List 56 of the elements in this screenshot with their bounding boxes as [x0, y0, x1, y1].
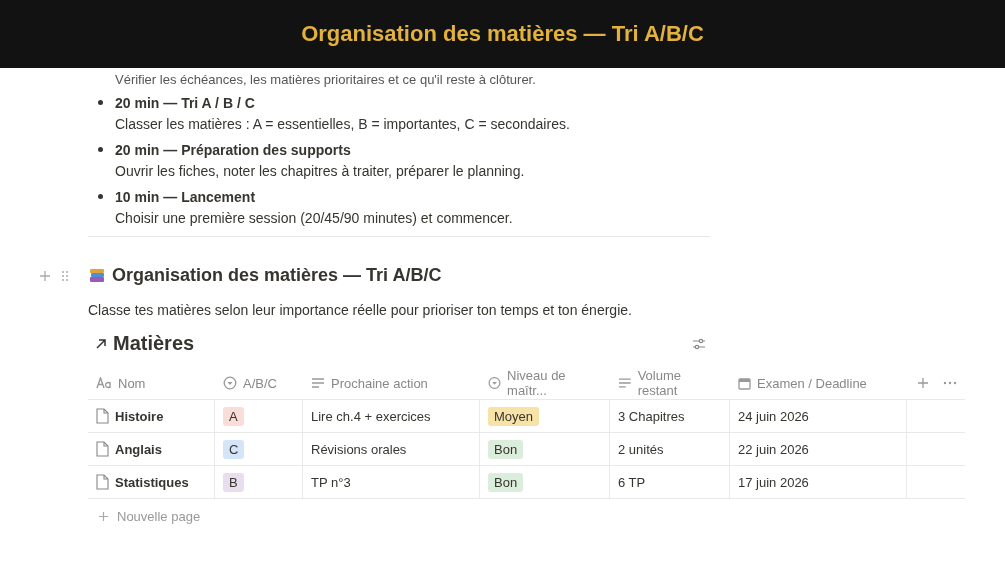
lines-icon [311, 377, 325, 389]
level-tag: Bon [488, 439, 524, 459]
column-header[interactable]: Examen / Deadline [757, 375, 867, 391]
arrow-icon[interactable] [94, 336, 108, 351]
bullet-icon [98, 194, 103, 199]
section-heading: Organisation des matières — Tri A/B/C [112, 265, 442, 286]
step-title: 20 min — Préparation des supports [115, 141, 352, 160]
settings-icon[interactable] [692, 337, 706, 350]
step-title: 20 min — Tri A / B / C [115, 94, 256, 113]
table-cell: 17 juin 2026 [738, 474, 809, 490]
priority-tag: B [223, 472, 244, 492]
more-icon[interactable] [943, 381, 957, 385]
select-icon [223, 376, 237, 390]
drag-handle-icon[interactable] [61, 269, 69, 282]
calendar-icon [738, 376, 751, 390]
table-cell: Lire ch.4 + exercices [311, 408, 431, 424]
step-description: Choisir une première session (20/45/90 minutes) et commencer. [115, 209, 513, 228]
column-header[interactable]: Nom [118, 375, 146, 391]
page-icon [96, 441, 109, 457]
step-title: 10 min — Lancement [115, 188, 257, 207]
page-icon [96, 408, 109, 424]
column-header[interactable]: A/B/C [243, 375, 277, 391]
step-description: Classer les matières : A = essentielles, B = importantes, C = secondaires. [115, 115, 570, 134]
bullet-icon [98, 147, 103, 152]
text-type-icon [96, 377, 112, 389]
bullet-icon [98, 100, 103, 105]
plus-icon[interactable] [98, 510, 109, 522]
select-icon [488, 376, 502, 390]
body-text: Vérifier les échéances, les matières prioritaires et ce qu'il reste à clôturer. [114, 72, 537, 88]
table-cell: Révisions orales [311, 441, 407, 457]
table-cell: 24 juin 2026 [738, 408, 809, 424]
priority-tag: C [223, 439, 245, 459]
section-description: Classe tes matières selon leur importance réelle pour prioriser ton temps et ton énergie. [88, 302, 633, 318]
database-title[interactable]: Matières [113, 332, 195, 355]
new-page-button[interactable]: Nouvelle page [117, 508, 201, 524]
step-description: Ouvrir les fiches, noter les chapitres à traiter, préparer le planning. [115, 162, 525, 181]
level-tag: Bon [488, 472, 524, 492]
level-tag: Moyen [488, 406, 540, 426]
column-header[interactable]: Niveau de maîtr... [507, 368, 602, 398]
table-cell: 3 Chapitres [618, 408, 685, 424]
table-cell: 6 TP [618, 474, 646, 490]
page-name[interactable]: Anglais [115, 441, 162, 457]
table-cell: 22 juin 2026 [738, 441, 809, 457]
plus-icon[interactable] [917, 377, 929, 389]
column-header[interactable]: Volume restant [637, 368, 722, 398]
priority-tag: A [223, 406, 244, 426]
page-icon [96, 474, 109, 490]
column-header[interactable]: Prochaine action [331, 375, 428, 391]
table-cell: 2 unités [618, 441, 664, 457]
books-icon [88, 266, 106, 285]
page-name[interactable]: Statistiques [115, 474, 189, 490]
lines-icon [618, 377, 632, 389]
plus-icon[interactable] [39, 269, 51, 282]
page-title: Organisation des matières — Tri A/B/C [301, 21, 704, 47]
table-cell: TP n°3 [311, 474, 351, 490]
page-name[interactable]: Histoire [115, 408, 164, 424]
